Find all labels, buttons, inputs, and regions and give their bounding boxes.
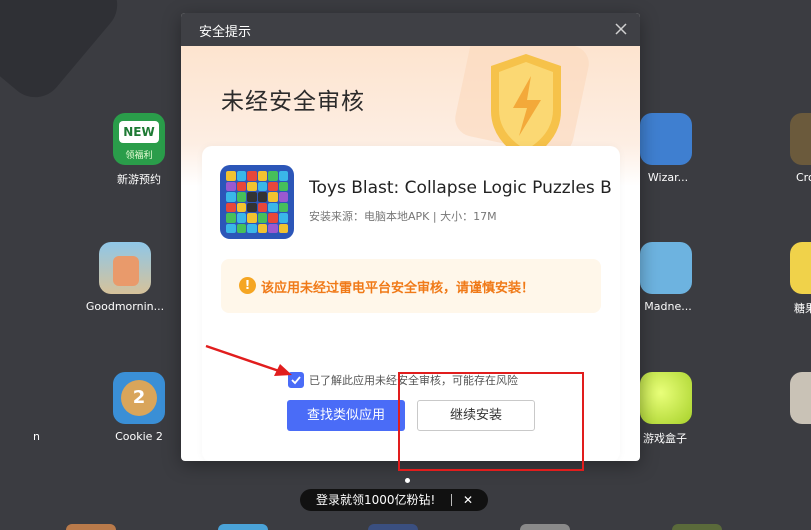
warning-text: 该应用未经过雷电平台安全审核，请谨慎安装！ (261, 281, 535, 296)
desktop-icon-label: Goodmornin... (85, 300, 165, 313)
annotation-highlight-box (398, 372, 584, 471)
promo-close-icon[interactable]: ✕ (460, 489, 476, 511)
bottom-app-stub[interactable] (368, 524, 418, 530)
bottom-app-stub[interactable] (672, 524, 722, 530)
desktop-icon-goodmorning[interactable]: Goodmornin... (85, 242, 165, 313)
desktop-icon-candy[interactable]: 糖果 (772, 242, 811, 316)
cookie-app-icon: 2 (113, 372, 165, 424)
decorative-shape (0, 0, 129, 109)
close-icon[interactable] (612, 20, 630, 38)
bottom-app-stub[interactable] (520, 524, 570, 530)
desktop-icon-side[interactable] (772, 372, 811, 424)
app-install-source: 安装来源：电脑本地APK | 大小：17M (309, 210, 497, 223)
warning-icon: ! (239, 277, 256, 294)
promo-pill[interactable]: 登录就领1000亿粉钻! ✕ (300, 489, 488, 511)
cookie-number: 2 (121, 380, 157, 416)
madness-app-icon (640, 242, 692, 294)
crop-app-icon (790, 113, 811, 165)
bottom-app-stub[interactable] (66, 524, 116, 530)
new-badge: NEW (119, 121, 159, 143)
dialog-title: 安全提示 (199, 25, 252, 40)
new-badge-icon: NEW 领福利 (113, 113, 165, 165)
desktop-icon-label: n (33, 430, 40, 443)
app-icon (220, 165, 294, 239)
promo-divider (451, 494, 452, 506)
page-indicator (405, 478, 410, 483)
wizard-app-icon (640, 113, 692, 165)
goodmorning-app-icon (99, 242, 151, 294)
desktop-icon-partial-left[interactable]: n (0, 372, 40, 443)
warning-banner: ! 该应用未经过雷电平台安全审核，请谨慎安装！ (221, 259, 601, 313)
side-app-icon (790, 372, 811, 424)
dialog-heading: 未经安全审核 (221, 89, 365, 115)
bottom-app-stub[interactable] (218, 524, 268, 530)
dialog-titlebar: 安全提示 (181, 13, 640, 46)
desktop-icon-new-game-reservation[interactable]: NEW 领福利 新游预约 (99, 113, 179, 187)
desktop-icon-cookie-2[interactable]: 2 Cookie 2 (99, 372, 179, 443)
promo-text[interactable]: 登录就领1000亿粉钻! (316, 489, 435, 511)
find-similar-button[interactable]: 查找类似应用 (287, 400, 405, 431)
desktop-icon-label: 新游预约 (117, 173, 161, 186)
annotation-arrow-icon (205, 344, 292, 376)
game-box-app-icon (640, 372, 692, 424)
badge-subtitle: 领福利 (125, 151, 153, 161)
desktop-icon-label: Cookie 2 (115, 430, 163, 443)
desktop-icon-label: 糖果 (794, 302, 811, 315)
candy-app-icon (790, 242, 811, 294)
desktop-icon-label: Cro (796, 171, 811, 184)
app-name: Toys Blast: Collapse Logic Puzzles B (309, 178, 611, 198)
desktop-icon-crop[interactable]: Cro (772, 113, 811, 184)
